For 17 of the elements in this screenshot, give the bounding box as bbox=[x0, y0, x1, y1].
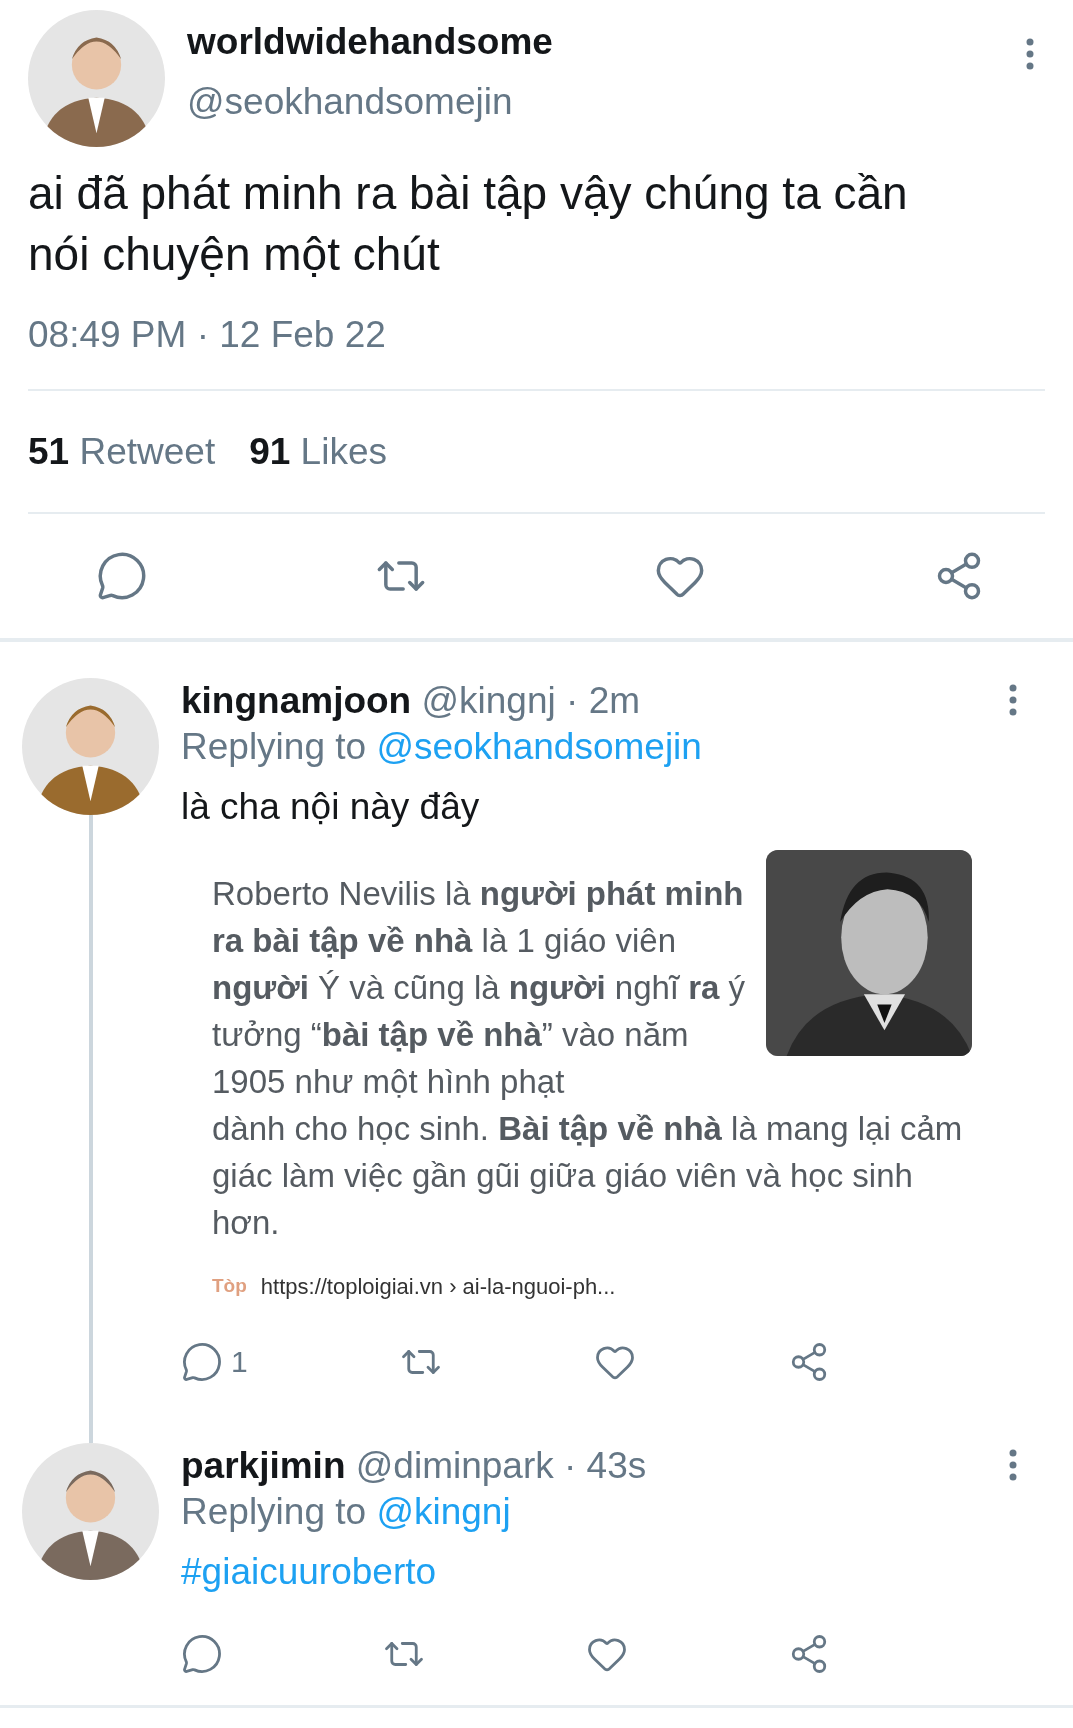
snippet-text: dành cho học sinh. Bài tập về nhà là mang lại cảm giác làm việc gần gũi giữa giáo viên và học sinh hơn. bbox=[212, 1108, 964, 1243]
handle[interactable]: @seokhandsomejin bbox=[187, 78, 1003, 126]
handle-time: @diminpark · 43s bbox=[355, 1444, 647, 1486]
source-logo: Tòp bbox=[212, 1273, 247, 1298]
tweet-text: ai đã phát minh ra bài tập vậy chúng ta cần nói chuyện một chút bbox=[28, 166, 909, 282]
display-name[interactable]: worldwidehandsome bbox=[187, 18, 1003, 66]
display-name[interactable]: kingnamjoon bbox=[181, 679, 412, 721]
timestamp: 08:49 PM · 12 Feb 22 bbox=[28, 307, 1045, 391]
source-url[interactable]: https://toploigiai.vn › ai-la-nguoi-ph... bbox=[260, 1269, 616, 1303]
reply-text: là cha nội này đây bbox=[181, 784, 481, 829]
reply-count: 1 bbox=[231, 1344, 248, 1380]
stat-count[interactable]: 51 Retweet bbox=[28, 428, 216, 474]
stat-count[interactable]: 91 Likes bbox=[249, 428, 387, 474]
handle-time: @kingnj · 2m bbox=[421, 679, 641, 721]
replying-label: Replying to bbox=[181, 1490, 367, 1532]
display-name[interactable]: parkjimin bbox=[181, 1444, 346, 1486]
replying-label: Replying to bbox=[181, 725, 367, 767]
